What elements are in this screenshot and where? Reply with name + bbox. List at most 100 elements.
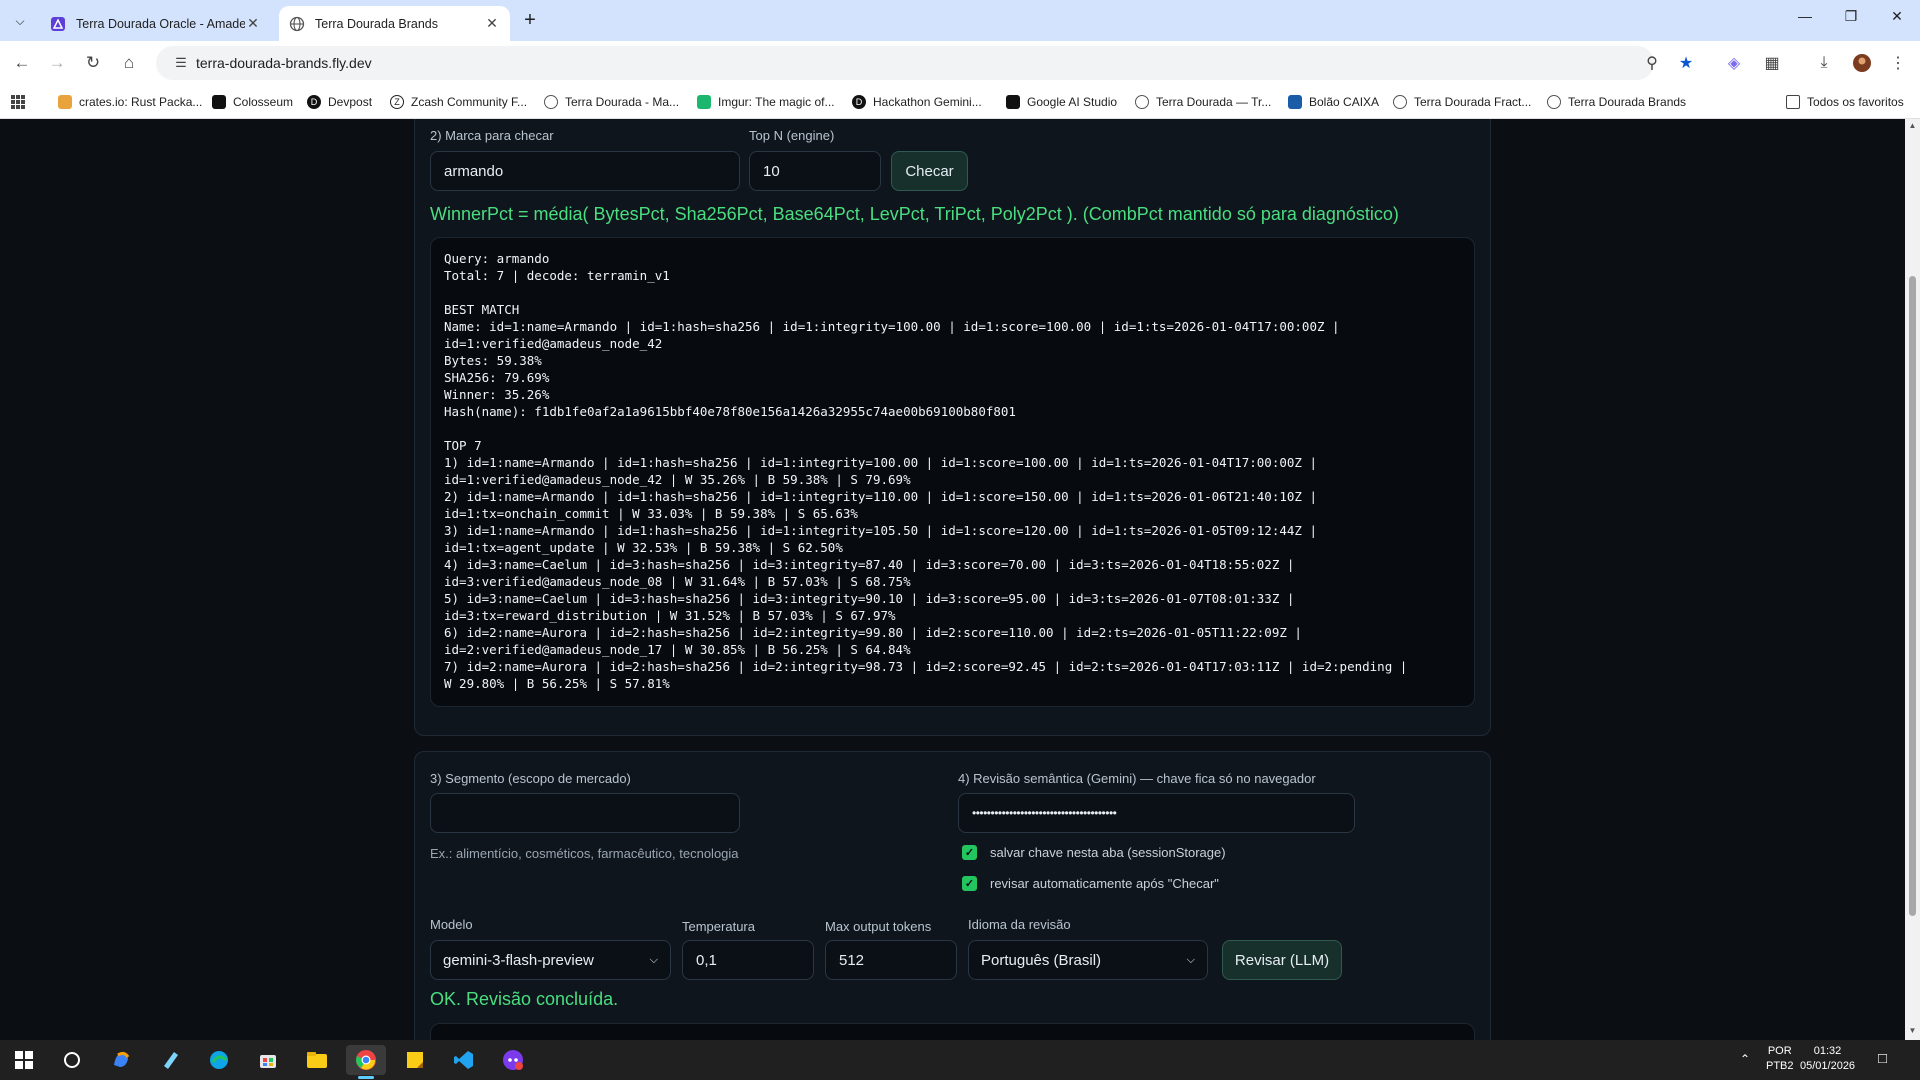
notepad-icon[interactable] (150, 1045, 190, 1075)
forward-arrow-icon[interactable]: → (45, 51, 69, 75)
bookmark-terra-dourada-tr[interactable]: Terra Dourada — Tr... (1135, 92, 1271, 112)
edge-icon[interactable] (199, 1045, 239, 1075)
bookmark-terra-dourada-ma[interactable]: Terra Dourada - Ma... (544, 92, 679, 112)
globe-icon (1547, 95, 1561, 109)
check-button[interactable]: Checar (891, 151, 968, 191)
copilot-icon[interactable] (101, 1045, 141, 1075)
devpost-icon: D (852, 95, 866, 109)
input-language[interactable]: POR PTB2 (1766, 1044, 1794, 1074)
gemini-extension-icon[interactable]: ◈ (1722, 51, 1746, 75)
gemini-key-input[interactable]: ••••••••••••••••••••••••••••••••••••••• (958, 793, 1355, 833)
scrollbar-thumb[interactable] (1909, 276, 1916, 916)
new-tab-plus-icon[interactable]: + (518, 9, 542, 32)
bookmark-terra-dourada-brands[interactable]: Terra Dourada Brands (1547, 92, 1686, 112)
extensions-puzzle-icon[interactable]: ▦ (1760, 51, 1784, 75)
tab-search-icon[interactable]: ⌵ (8, 9, 32, 33)
profile-avatar[interactable] (1850, 51, 1874, 75)
review-language-select[interactable]: Português (Brasil) ⌵ (968, 940, 1208, 980)
address-bar[interactable]: ☰ terra-dourada-brands.fly.dev (156, 46, 1654, 80)
url-text: terra-dourada-brands.fly.dev (196, 55, 372, 71)
bookmarks-bar: crates.io: Rust Packa... Colosseum D Devp… (0, 85, 1920, 119)
bookmark-all-favorites[interactable]: Todos os favoritos (1786, 92, 1904, 112)
bookmark-bolao-caixa[interactable]: Bolão CAIXA (1288, 92, 1379, 112)
bookmark-zcash[interactable]: Z Zcash Community F... (390, 92, 527, 112)
review-llm-button[interactable]: Revisar (LLM) (1222, 940, 1342, 980)
home-icon[interactable]: ⌂ (117, 51, 141, 75)
chrome-icon[interactable] (346, 1045, 386, 1079)
devpost-icon: D (307, 95, 321, 109)
page-scrollbar[interactable]: ▲ ▼ (1905, 119, 1920, 1040)
topn-label: Top N (engine) (749, 128, 835, 143)
bookmark-terra-dourada-fract[interactable]: Terra Dourada Fract... (1393, 92, 1531, 112)
folder-icon (1786, 95, 1800, 109)
bookmark-star-icon[interactable]: ★ (1674, 51, 1698, 75)
bookmark-google-ai-studio[interactable]: Google AI Studio (1006, 92, 1117, 112)
zoom-icon[interactable]: ⚲ (1640, 51, 1664, 75)
max-tokens-input[interactable]: 512 (825, 940, 957, 980)
windows-taskbar: ⌃ POR PTB2 01:32 05/01/2026 □ (0, 1040, 1920, 1080)
clock[interactable]: 01:32 05/01/2026 (1800, 1044, 1855, 1074)
caixa-icon (1288, 95, 1302, 109)
search-circle-icon[interactable] (52, 1045, 92, 1075)
bookmark-colosseum[interactable]: Colosseum (212, 92, 293, 112)
bookmark-imgur[interactable]: Imgur: The magic of... (697, 92, 835, 112)
brand-label: 2) Marca para checar (430, 128, 554, 143)
tab-close-icon[interactable]: ✕ (484, 15, 500, 32)
minimize-icon[interactable]: — (1790, 8, 1820, 24)
notifications-icon[interactable]: □ (1878, 1051, 1887, 1066)
colosseum-icon (212, 95, 226, 109)
tab-close-icon[interactable]: ✕ (245, 15, 261, 32)
store-icon[interactable] (248, 1045, 288, 1075)
file-explorer-icon[interactable] (297, 1045, 337, 1075)
model-select[interactable]: gemini-3-flash-preview ⌵ (430, 940, 671, 980)
model-value: gemini-3-flash-preview (443, 951, 594, 969)
tab-terra-dourada-oracle[interactable]: Terra Dourada Oracle - Amade ✕ (40, 6, 271, 41)
menu-kebab-icon[interactable]: ⋮ (1886, 51, 1910, 75)
windows-start-icon[interactable] (4, 1045, 44, 1075)
review-language-value: Português (Brasil) (981, 951, 1102, 969)
apps-grid-icon[interactable] (10, 92, 26, 112)
download-icon[interactable]: ⤓ (1812, 51, 1836, 75)
review-language-label: Idioma da revisão (968, 917, 1071, 932)
scroll-up-icon[interactable]: ▲ (1905, 121, 1920, 130)
bookmark-devpost[interactable]: D Devpost (307, 92, 372, 112)
temperature-label: Temperatura (682, 919, 755, 934)
auto-review-label: revisar automaticamente após "Checar" (990, 876, 1219, 891)
tab-strip: ⌵ Terra Dourada Oracle - Amade ✕ Terra D… (0, 0, 1920, 41)
segment-label: 3) Segmento (escopo de mercado) (430, 771, 631, 786)
temperature-input[interactable]: 0,1 (682, 940, 814, 980)
chevron-down-icon: ⌵ (1186, 953, 1195, 966)
segment-hint: Ex.: alimentício, cosméticos, farmacêuti… (430, 846, 739, 861)
reload-icon[interactable]: ↻ (81, 51, 105, 75)
tab-title: Terra Dourada Brands (315, 16, 438, 31)
save-key-checkbox[interactable]: ✓ salvar chave nesta aba (sessionStorage… (962, 845, 1226, 860)
vscode-icon[interactable] (444, 1045, 484, 1075)
discord-icon[interactable] (493, 1045, 533, 1075)
tab-terra-dourada-brands[interactable]: Terra Dourada Brands ✕ (279, 6, 510, 41)
bookmark-crates-io[interactable]: crates.io: Rust Packa... (58, 92, 202, 112)
close-window-icon[interactable]: ✕ (1882, 8, 1912, 25)
save-key-label: salvar chave nesta aba (sessionStorage) (990, 845, 1226, 860)
restore-icon[interactable]: ❐ (1836, 8, 1866, 25)
topn-input[interactable]: 10 (749, 151, 881, 191)
globe-icon (1393, 95, 1407, 109)
max-tokens-label: Max output tokens (825, 919, 932, 934)
gemini-key-label: 4) Revisão semântica (Gemini) — chave fi… (958, 771, 1316, 786)
model-label: Modelo (430, 917, 473, 932)
tab-title: Terra Dourada Oracle - Amade (76, 16, 245, 31)
sticky-notes-icon[interactable] (395, 1045, 435, 1075)
site-info-icon[interactable]: ☰ (166, 55, 196, 71)
brand-input[interactable]: armando (430, 151, 740, 191)
tray-chevron-up-icon[interactable]: ⌃ (1740, 1052, 1750, 1067)
check-output: Query: armando Total: 7 | decode: terram… (430, 237, 1475, 707)
zcash-icon: Z (390, 95, 404, 109)
scroll-down-icon[interactable]: ▼ (1905, 1026, 1920, 1035)
ai-studio-icon (1006, 95, 1020, 109)
browser-toolbar: ← → ↻ ⌂ ☰ terra-dourada-brands.fly.dev ⚲… (0, 41, 1920, 85)
review-output: DECISION: REJECTED (430, 1023, 1475, 1040)
back-arrow-icon[interactable]: ← (10, 51, 34, 75)
segment-input[interactable] (430, 793, 740, 833)
bookmark-hackathon-gemini[interactable]: D Hackathon Gemini... (852, 92, 982, 112)
chevron-down-icon: ⌵ (649, 953, 658, 966)
auto-review-checkbox[interactable]: ✓ revisar automaticamente após "Checar" (962, 876, 1219, 891)
